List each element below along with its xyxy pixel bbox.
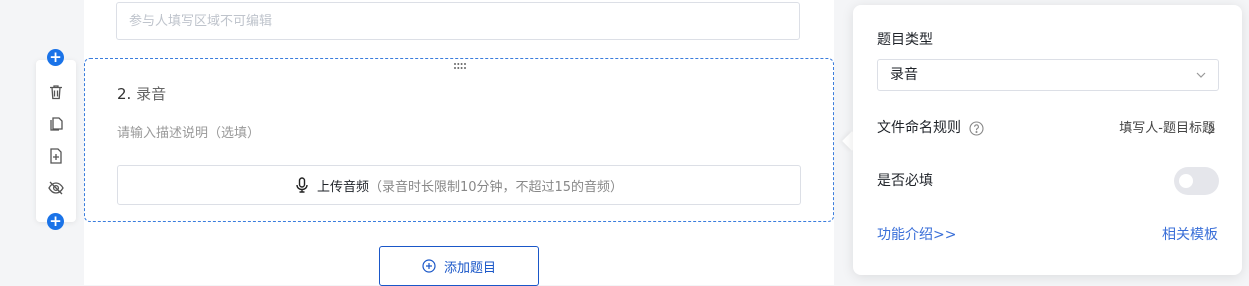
question-title[interactable]: 2. 录音 (117, 84, 166, 104)
upload-audio-button[interactable]: 上传音频 （录音时长限制10分钟，不超过15的音频） (117, 165, 801, 205)
previous-answer-field: 参与人填写区域不可编辑 (116, 2, 800, 40)
chevron-down-icon (1196, 72, 1206, 78)
question-type-label: 题目类型 (877, 32, 933, 48)
file-naming-value[interactable]: 填写人-题目标题 (1119, 119, 1215, 139)
add-below-icon[interactable]: + (47, 213, 64, 230)
trash-icon[interactable] (47, 83, 65, 101)
upload-audio-hint: （录音时长限制10分钟，不超过15的音频） (368, 179, 624, 195)
question-number: 2. (117, 85, 132, 103)
required-label: 是否必填 (877, 173, 933, 189)
question-type-select[interactable]: 录音 (877, 59, 1219, 91)
hide-icon[interactable] (47, 179, 65, 197)
insert-icon[interactable] (47, 147, 65, 165)
add-question-label: 添加题目 (443, 260, 496, 276)
add-question-button[interactable]: 添加题目 (379, 246, 539, 286)
upload-audio-label: 上传音频 (316, 179, 369, 195)
help-icon[interactable] (969, 121, 984, 136)
toggle-knob (1179, 174, 1193, 188)
copy-icon[interactable] (47, 115, 65, 133)
required-toggle[interactable] (1174, 167, 1219, 195)
related-templates-link[interactable]: 相关模板 (1162, 225, 1218, 245)
feature-intro-link[interactable]: 功能介绍>> (877, 225, 956, 245)
add-circle-icon (422, 259, 436, 273)
question-description[interactable]: 请输入描述说明（选填） (117, 125, 260, 143)
question-type-value: 录音 (890, 67, 918, 83)
add-above-icon[interactable]: + (47, 49, 64, 66)
chevron-right-icon[interactable] (1206, 122, 1216, 136)
drag-handle-icon[interactable] (453, 62, 467, 70)
microphone-icon (296, 177, 308, 193)
question-title-text: 录音 (136, 85, 167, 103)
file-naming-label: 文件命名规则 (877, 120, 961, 136)
